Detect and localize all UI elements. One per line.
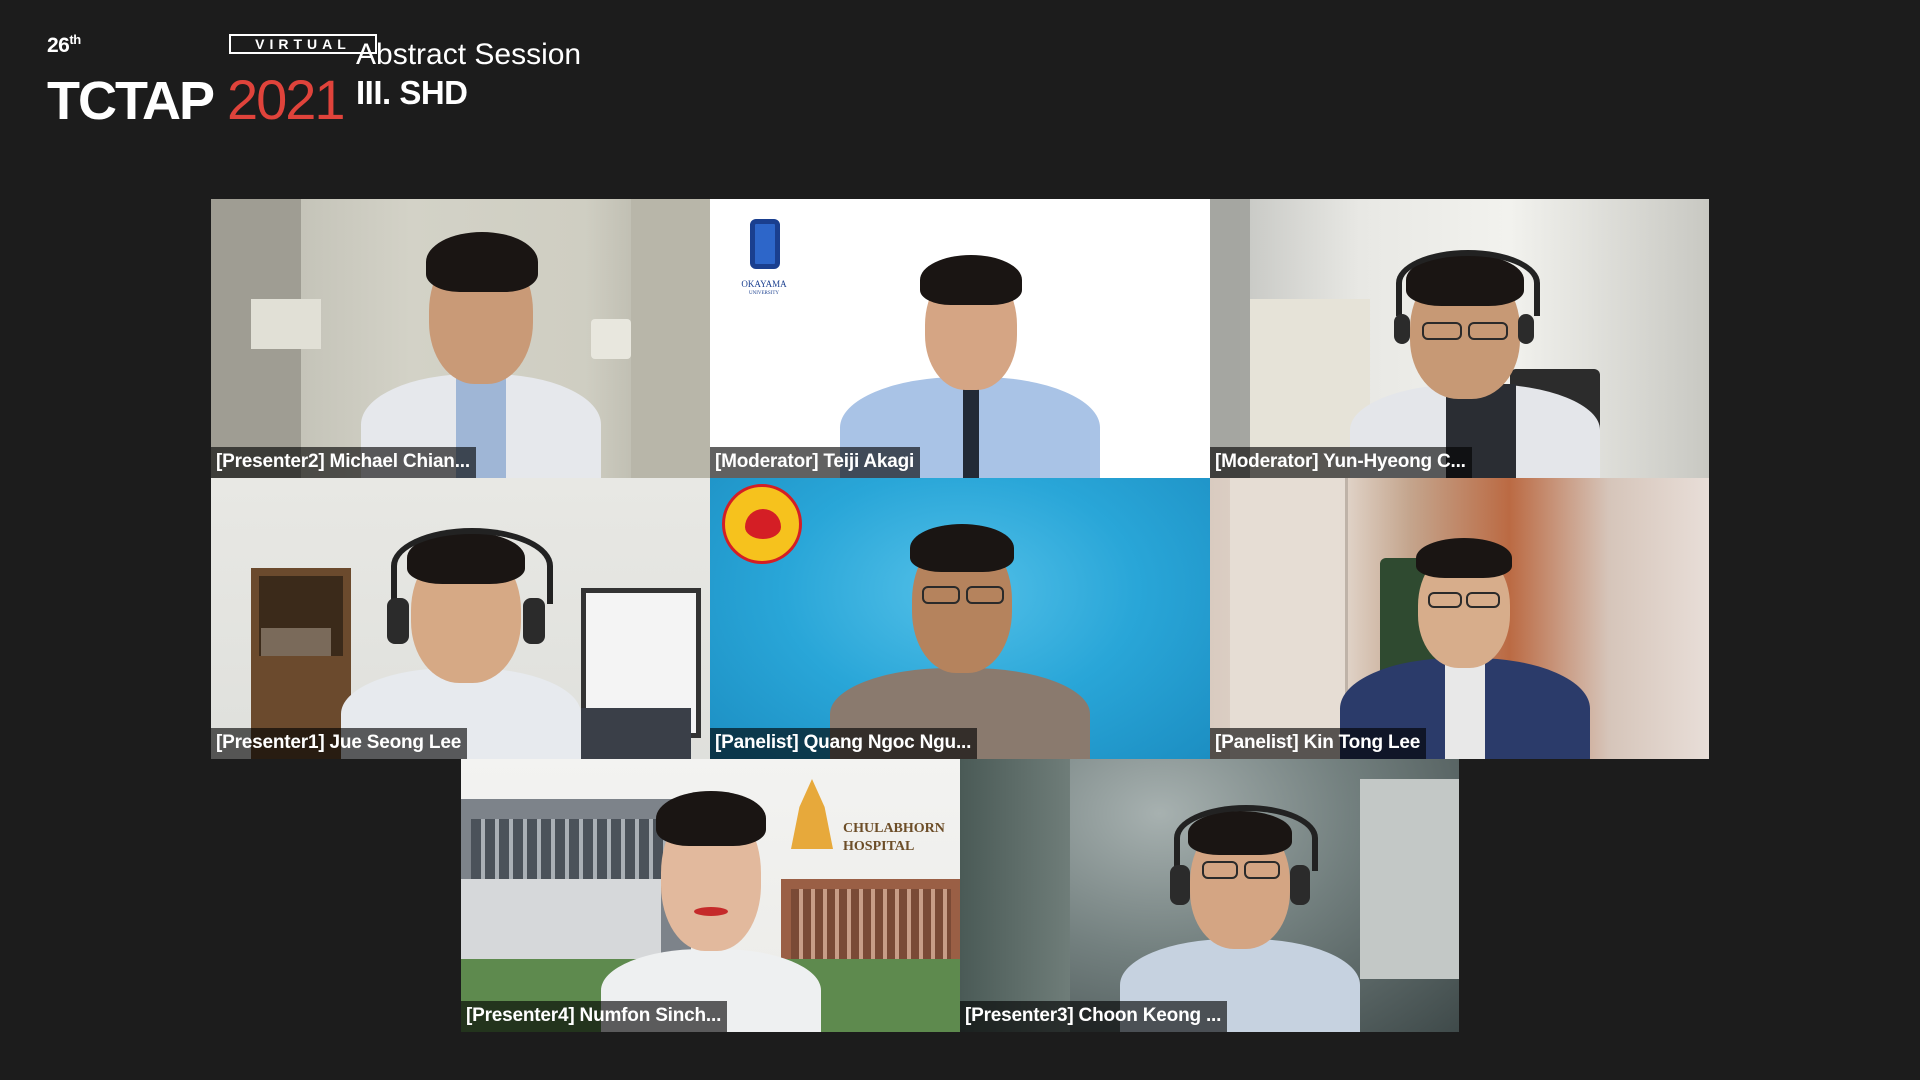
- participant-name: [Presenter2] Michael Chian...: [211, 447, 476, 478]
- session-type: Abstract Session: [356, 38, 582, 71]
- participant-name: [Presenter1] Jue Seong Lee: [211, 728, 468, 759]
- university-logo: OKAYAMA UNIVERSITY: [732, 217, 796, 307]
- virtual-badge: VIRTUAL: [229, 34, 377, 54]
- session-track: III. SHD: [356, 74, 468, 111]
- participant-name: [Panelist] Quang Ngoc Ngu...: [710, 728, 978, 759]
- video-tile-moderator-akagi[interactable]: OKAYAMA UNIVERSITY [Moderator] Teiji Aka…: [710, 199, 1210, 478]
- event-logo: 26th VIRTUAL TCTAP 2021 Abstract Session…: [47, 28, 667, 128]
- video-tile-moderator-yun[interactable]: [Moderator] Yun-Hyeong C...: [1210, 199, 1709, 478]
- participant-name: [Presenter3] Choon Keong ...: [960, 1001, 1228, 1032]
- brand-name: TCTAP: [47, 71, 215, 131]
- event-year: 2021: [227, 68, 346, 131]
- participant-name: [Presenter4] Numfon Sinch...: [461, 1001, 728, 1032]
- video-tile-presenter4[interactable]: CHULABHORN HOSPITAL [Presenter4] Numfon …: [461, 759, 960, 1032]
- participant-name: [Moderator] Teiji Akagi: [710, 447, 921, 478]
- video-tile-panelist-kin[interactable]: [Panelist] Kin Tong Lee: [1210, 478, 1709, 759]
- video-tile-presenter1[interactable]: [Presenter1] Jue Seong Lee: [211, 478, 710, 759]
- video-tile-panelist-quang[interactable]: [Panelist] Quang Ngoc Ngu...: [710, 478, 1210, 759]
- video-tile-presenter2[interactable]: [Presenter2] Michael Chian...: [211, 199, 710, 478]
- edition-number: 26th: [47, 32, 81, 57]
- participant-name: [Panelist] Kin Tong Lee: [1210, 728, 1427, 759]
- video-conference-screen: 26th VIRTUAL TCTAP 2021 Abstract Session…: [0, 0, 1920, 1080]
- heart-association-logo: [722, 484, 802, 564]
- participant-name: [Moderator] Yun-Hyeong C...: [1210, 447, 1472, 478]
- video-tile-presenter3[interactable]: [Presenter3] Choon Keong ...: [960, 759, 1459, 1032]
